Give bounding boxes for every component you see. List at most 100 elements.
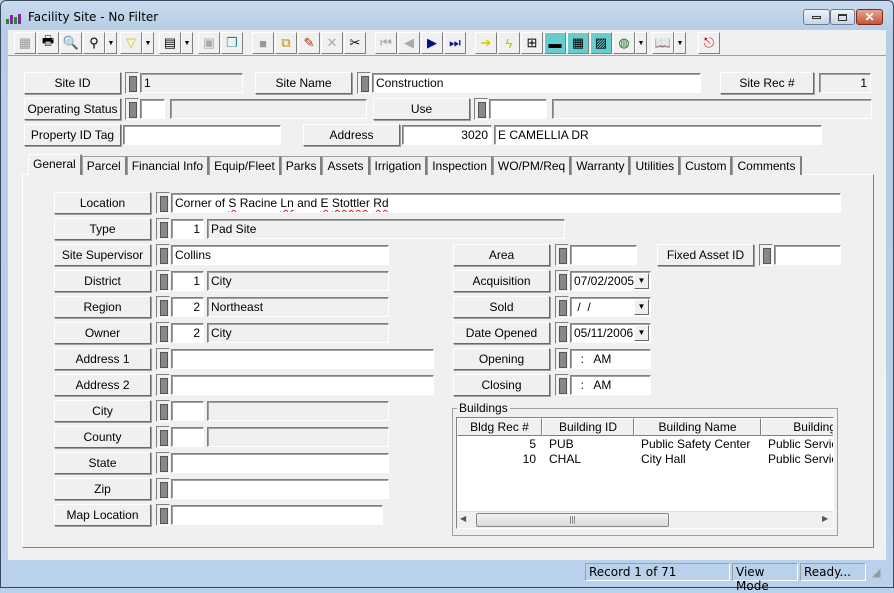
lock-icon[interactable] <box>555 244 569 266</box>
city-button[interactable]: City <box>54 400 151 422</box>
find-icon[interactable]: ⚲ <box>83 32 105 54</box>
area-button[interactable]: Area <box>453 244 550 266</box>
date-opened-button[interactable]: Date Opened <box>453 322 550 344</box>
lock-icon[interactable] <box>156 400 170 422</box>
lock-icon[interactable] <box>156 374 170 396</box>
globe-icon[interactable]: ◍ <box>613 32 635 54</box>
area-field[interactable] <box>570 245 637 265</box>
prev-icon[interactable]: ◀ <box>398 32 420 54</box>
county-button[interactable]: County <box>54 426 151 448</box>
buildings-grid[interactable]: Bldg Rec # Building ID Building Name Bui… <box>456 417 834 529</box>
operating-status-button[interactable]: Operating Status <box>24 98 121 120</box>
tab-custom[interactable]: Custom <box>680 156 733 175</box>
location-field[interactable]: Corner of S Racine Ln and E Stottler Rd <box>171 193 841 213</box>
copy-icon[interactable]: ❐ <box>221 32 243 54</box>
county-code-field[interactable] <box>171 427 204 447</box>
address-button[interactable]: Address <box>303 124 400 146</box>
site-rec-button[interactable]: Site Rec # <box>720 72 814 94</box>
column-header[interactable]: Building <box>761 418 833 436</box>
scroll-right-icon[interactable]: ▶ <box>822 514 828 523</box>
minimize-button[interactable] <box>803 9 830 25</box>
tab-general[interactable]: General <box>28 154 82 175</box>
district-code-field[interactable]: 1 <box>171 271 204 291</box>
state-field[interactable] <box>171 453 389 473</box>
filter-icon[interactable]: ▽ <box>120 32 142 54</box>
location-button[interactable]: Location <box>54 192 151 214</box>
property-id-tag-field[interactable] <box>123 125 281 145</box>
exit-icon[interactable]: ⎋ <box>698 32 720 54</box>
site-name-button[interactable]: Site Name <box>255 72 352 94</box>
lock-icon[interactable] <box>555 322 569 344</box>
zip-button[interactable]: Zip <box>54 478 151 500</box>
tab-parcel[interactable]: Parcel <box>81 156 127 175</box>
book-dropdown[interactable]: ▼ <box>674 32 686 54</box>
address1-field[interactable] <box>171 349 434 369</box>
site-supervisor-field[interactable]: Collins <box>171 245 389 265</box>
chevron-down-icon[interactable]: ▼ <box>634 273 649 289</box>
sold-date-picker[interactable]: / / ▼ <box>570 297 651 317</box>
chart-icon[interactable]: ⊞ <box>521 32 543 54</box>
lock-icon[interactable] <box>357 72 371 94</box>
lock-icon[interactable] <box>156 218 170 240</box>
lock-icon[interactable] <box>156 348 170 370</box>
lock-icon[interactable] <box>156 426 170 448</box>
lock-icon[interactable] <box>555 296 569 318</box>
lock-icon[interactable] <box>125 72 139 94</box>
find-dropdown[interactable]: ▼ <box>105 32 117 54</box>
chevron-down-icon[interactable]: ▼ <box>634 325 649 341</box>
properties-icon[interactable]: ▣ <box>198 32 220 54</box>
use-button[interactable]: Use <box>373 98 470 120</box>
scroll-thumb[interactable]: ||| <box>476 513 669 527</box>
column-header[interactable]: Bldg Rec # <box>457 418 542 436</box>
owner-code-field[interactable]: 2 <box>171 323 204 343</box>
owner-button[interactable]: Owner <box>54 322 151 344</box>
tab-assets[interactable]: Assets <box>322 156 370 175</box>
first-icon[interactable]: ⏮ <box>375 32 397 54</box>
property-id-tag-button[interactable]: Property ID Tag <box>24 124 121 146</box>
closing-time-field[interactable]: : AM <box>570 375 651 395</box>
tab-warranty[interactable]: Warranty <box>571 156 631 175</box>
goto-icon[interactable]: ➔ <box>475 32 497 54</box>
map-location-field[interactable] <box>171 505 383 525</box>
region-button[interactable]: Region <box>54 296 151 318</box>
state-button[interactable]: State <box>54 452 151 474</box>
next-icon[interactable]: ▶ <box>421 32 443 54</box>
site-id-button[interactable]: Site ID <box>24 72 121 94</box>
acquisition-date-picker[interactable]: 07/02/2005 ▼ <box>570 271 651 291</box>
address2-field[interactable] <box>171 375 434 395</box>
resize-grip-icon[interactable]: ◢ <box>872 566 880 579</box>
last-icon[interactable]: ⏭ <box>444 32 466 54</box>
report-dropdown[interactable]: ▼ <box>181 32 193 54</box>
globe-dropdown[interactable]: ▼ <box>635 32 647 54</box>
lock-icon[interactable] <box>555 374 569 396</box>
maximize-button[interactable] <box>830 9 855 25</box>
tab-wo-pm-req[interactable]: WO/PM/Req <box>492 156 572 175</box>
lock-icon[interactable] <box>474 98 488 120</box>
calculator-icon[interactable]: ▦ <box>567 32 589 54</box>
lock-icon[interactable] <box>156 270 170 292</box>
column-header[interactable]: Building ID <box>542 418 634 436</box>
opening-button[interactable]: Opening <box>453 348 550 370</box>
tab-irrigation[interactable]: Irrigation <box>369 156 428 175</box>
lock-icon[interactable] <box>156 452 170 474</box>
add-icon[interactable]: ⧉ <box>275 32 297 54</box>
lock-icon[interactable] <box>156 478 170 500</box>
tab-equip-fleet[interactable]: Equip/Fleet <box>209 156 281 175</box>
lock-icon[interactable] <box>555 270 569 292</box>
use-code-field[interactable] <box>489 99 547 119</box>
lock-icon[interactable] <box>125 98 139 120</box>
report-icon[interactable]: ▤ <box>159 32 181 54</box>
address1-button[interactable]: Address 1 <box>54 348 151 370</box>
site-supervisor-button[interactable]: Site Supervisor <box>54 244 151 266</box>
print-icon[interactable]: 🖶 <box>37 32 59 54</box>
operating-status-code-field[interactable] <box>140 99 165 119</box>
region-code-field[interactable]: 2 <box>171 297 204 317</box>
fixed-asset-id-field[interactable] <box>774 245 841 265</box>
preview-icon[interactable]: 🔍 <box>60 32 82 54</box>
lock-icon[interactable] <box>156 504 170 526</box>
city-code-field[interactable] <box>171 401 204 421</box>
edit-icon[interactable]: ✎ <box>298 32 320 54</box>
tab-financial-info[interactable]: Financial Info <box>126 156 210 175</box>
book-icon[interactable]: 📖 <box>652 32 674 54</box>
tab-parks[interactable]: Parks <box>280 156 323 175</box>
